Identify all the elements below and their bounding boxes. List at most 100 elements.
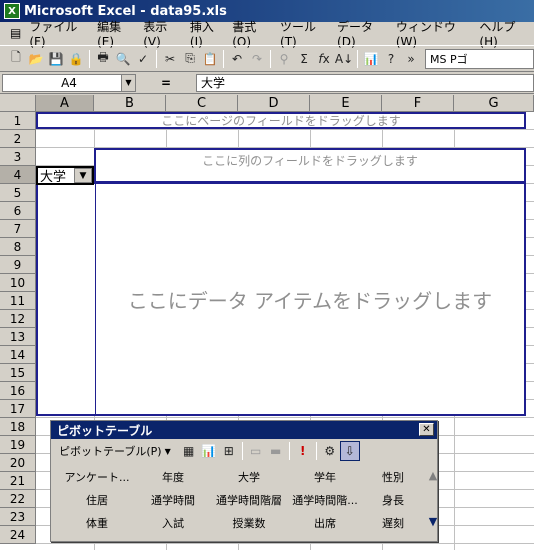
- pivot-table-menu[interactable]: ピボットテーブル(P): [59, 443, 162, 459]
- redo-icon[interactable]: ↷: [247, 49, 267, 69]
- save-icon[interactable]: 💾: [46, 49, 66, 69]
- select-all-corner[interactable]: [0, 95, 36, 112]
- row-header[interactable]: 14: [0, 346, 36, 364]
- field-button[interactable]: 大学: [211, 469, 287, 485]
- field-button[interactable]: 学年: [287, 469, 363, 485]
- menu-format[interactable]: 書式(O): [228, 18, 276, 49]
- menu-edit[interactable]: 編集(E): [93, 18, 139, 49]
- open-icon[interactable]: 📂: [26, 49, 46, 69]
- function-icon[interactable]: fx: [314, 49, 334, 69]
- field-button[interactable]: 年度: [135, 469, 211, 485]
- field-button[interactable]: 身長: [363, 492, 423, 508]
- field-settings-icon[interactable]: ⚙: [320, 441, 340, 461]
- row-header[interactable]: 7: [0, 220, 36, 238]
- page-field-drop-area[interactable]: ここにページのフィールドをドラッグします: [36, 112, 526, 129]
- field-button[interactable]: 性別: [363, 469, 423, 485]
- scroll-up-icon[interactable]: ▲: [423, 469, 443, 485]
- chevron-down-icon[interactable]: ▼: [74, 168, 92, 183]
- field-button[interactable]: 授業数: [211, 515, 287, 531]
- help-icon[interactable]: ?: [381, 49, 401, 69]
- row-header[interactable]: 21: [0, 472, 36, 490]
- row-header[interactable]: 2: [0, 130, 36, 148]
- undo-icon[interactable]: ↶: [227, 49, 247, 69]
- workbook-icon[interactable]: ▤: [6, 26, 25, 40]
- paste-icon[interactable]: 📋: [200, 49, 220, 69]
- field-button[interactable]: 体重: [59, 515, 135, 531]
- row-header[interactable]: 16: [0, 382, 36, 400]
- row-header[interactable]: 17: [0, 400, 36, 418]
- field-button[interactable]: 遅刻: [363, 515, 423, 531]
- row-header[interactable]: 10: [0, 274, 36, 292]
- pivot-table-toolbar[interactable]: ピボットテーブル ✕ ピボットテーブル(P) ▼ ▦ 📊 ⊞ ▭ ▬ ! ⚙ ⇩…: [50, 420, 438, 542]
- menu-view[interactable]: 表示(V): [139, 18, 186, 49]
- field-button[interactable]: 出席: [287, 515, 363, 531]
- permission-icon[interactable]: 🔒: [66, 49, 86, 69]
- format-report-icon[interactable]: ▦: [179, 441, 199, 461]
- refresh-data-icon[interactable]: !: [293, 441, 313, 461]
- row-header[interactable]: 15: [0, 364, 36, 382]
- column-header-f[interactable]: F: [382, 95, 454, 112]
- field-button[interactable]: アンケート...: [59, 469, 135, 485]
- formula-input[interactable]: 大学: [196, 73, 534, 92]
- row-header[interactable]: 1: [0, 112, 36, 130]
- pivot-toolbar-title-bar[interactable]: ピボットテーブル ✕: [51, 421, 437, 439]
- column-header-b[interactable]: B: [94, 95, 166, 112]
- scroll-down-icon[interactable]: ▼: [423, 515, 443, 531]
- column-header-g[interactable]: G: [454, 95, 534, 112]
- row-header[interactable]: 5: [0, 184, 36, 202]
- print-icon[interactable]: 🖶: [93, 49, 113, 69]
- row-header[interactable]: 3: [0, 148, 36, 166]
- row-header[interactable]: 23: [0, 508, 36, 526]
- row-header[interactable]: 13: [0, 328, 36, 346]
- column-header-a[interactable]: A: [36, 95, 94, 112]
- row-header[interactable]: 6: [0, 202, 36, 220]
- data-item-drop-area[interactable]: ここにデータ アイテムをドラッグします: [94, 182, 526, 416]
- copy-icon[interactable]: ⎘: [180, 49, 200, 69]
- row-header[interactable]: 9: [0, 256, 36, 274]
- autosum-icon[interactable]: Σ: [294, 49, 314, 69]
- pivot-wizard-icon[interactable]: ⊞: [219, 441, 239, 461]
- sort-ascending-icon[interactable]: A↓: [334, 49, 354, 69]
- spelling-icon[interactable]: ✓: [133, 49, 153, 69]
- row-header[interactable]: 4: [0, 166, 36, 184]
- chevron-down-icon[interactable]: ▼: [165, 447, 171, 456]
- cut-icon[interactable]: ✂: [160, 49, 180, 69]
- field-button[interactable]: 通学時間階...: [287, 492, 363, 508]
- row-header[interactable]: 24: [0, 526, 36, 544]
- hyperlink-icon[interactable]: ⚲: [274, 49, 294, 69]
- menu-tools[interactable]: ツール(T): [276, 18, 333, 49]
- close-icon[interactable]: ✕: [419, 423, 434, 436]
- row-header[interactable]: 11: [0, 292, 36, 310]
- name-box[interactable]: A4 ▼: [2, 73, 136, 92]
- field-button[interactable]: 通学時間階層: [211, 492, 287, 508]
- hide-detail-icon[interactable]: ▭: [246, 441, 266, 461]
- chart-wizard-icon[interactable]: 📊: [361, 49, 381, 69]
- row-header[interactable]: 22: [0, 490, 36, 508]
- column-header-c[interactable]: C: [166, 95, 238, 112]
- row-header[interactable]: 19: [0, 436, 36, 454]
- show-detail-icon[interactable]: ▬: [266, 441, 286, 461]
- toolbar-options-icon[interactable]: »: [401, 49, 421, 69]
- row-header[interactable]: 20: [0, 454, 36, 472]
- menu-insert[interactable]: 挿入(I): [186, 18, 228, 49]
- menu-file[interactable]: ファイル(F): [25, 18, 93, 49]
- font-name-box[interactable]: MS Pゴ: [425, 48, 534, 69]
- menu-window[interactable]: ウィンドウ(W): [392, 18, 476, 49]
- row-header[interactable]: 18: [0, 418, 36, 436]
- row-header[interactable]: 12: [0, 310, 36, 328]
- pivot-chart-icon[interactable]: 📊: [199, 441, 219, 461]
- print-preview-icon[interactable]: 🔍: [113, 49, 133, 69]
- column-header-e[interactable]: E: [310, 95, 382, 112]
- field-button[interactable]: 入試: [135, 515, 211, 531]
- field-button[interactable]: 住居: [59, 492, 135, 508]
- row-field-drop-area[interactable]: [36, 182, 95, 416]
- chevron-down-icon[interactable]: ▼: [121, 74, 135, 91]
- column-header-d[interactable]: D: [238, 95, 310, 112]
- menu-data[interactable]: データ(D): [333, 18, 392, 49]
- row-header[interactable]: 8: [0, 238, 36, 256]
- field-button[interactable]: 通学時間: [135, 492, 211, 508]
- new-icon[interactable]: 🗋: [6, 49, 26, 69]
- show-field-list-icon[interactable]: ⇩: [339, 441, 360, 461]
- menu-help[interactable]: ヘルプ(H): [475, 18, 534, 49]
- cell-a4-row-field[interactable]: 大学 ▼: [36, 166, 94, 185]
